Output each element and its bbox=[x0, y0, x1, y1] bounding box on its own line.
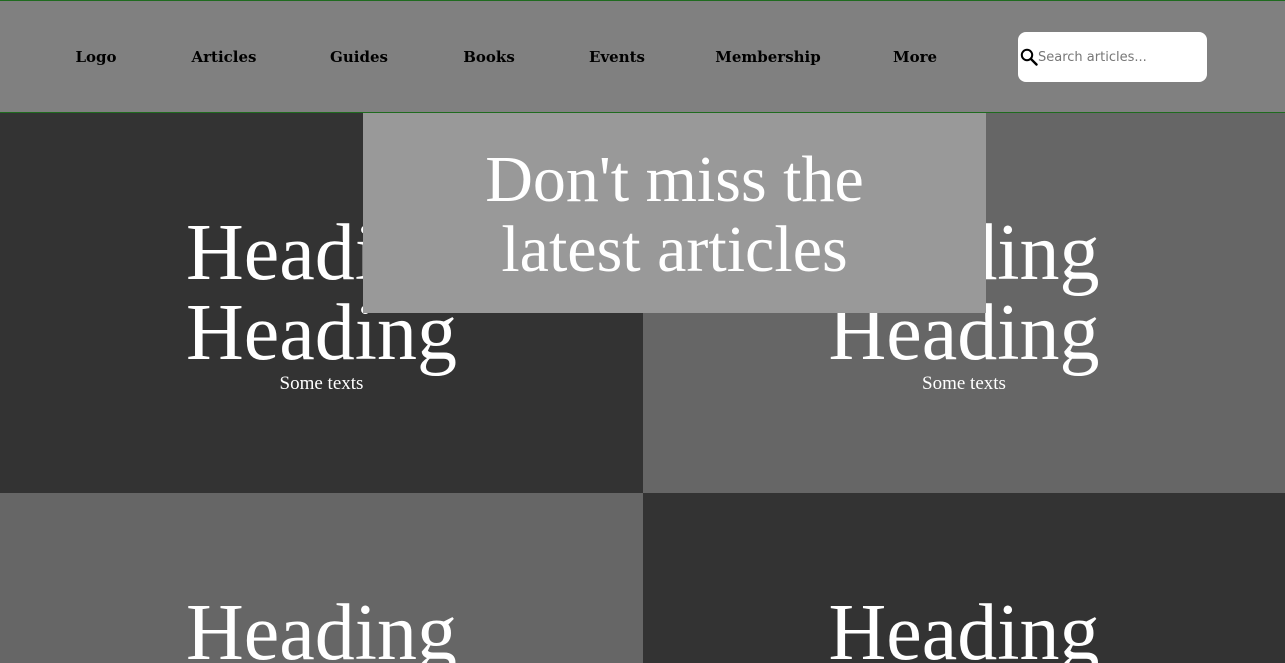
nav-logo[interactable]: Logo bbox=[75, 47, 116, 67]
tile-content: Heading bbox=[643, 593, 1285, 663]
banner-line: latest articles bbox=[501, 213, 848, 286]
tile-text: Some texts bbox=[922, 373, 1006, 394]
tile-heading: Heading bbox=[828, 589, 1100, 663]
search-box[interactable] bbox=[1018, 32, 1207, 82]
top-navbar: Logo Articles Guides Books Events Member… bbox=[0, 0, 1285, 113]
search-input[interactable] bbox=[1038, 47, 1198, 67]
nav-item-membership[interactable]: Membership bbox=[715, 47, 821, 67]
nav-item-articles[interactable]: Articles bbox=[192, 47, 257, 67]
article-tile: Heading bbox=[0, 493, 643, 663]
search-icon[interactable] bbox=[1020, 48, 1038, 66]
tile-heading: Heading bbox=[185, 589, 457, 663]
promo-banner: Don't miss the latest articles bbox=[363, 113, 986, 313]
banner-line: Don't miss the bbox=[485, 143, 864, 216]
article-tile: Heading bbox=[643, 493, 1285, 663]
nav-item-more[interactable]: More bbox=[893, 47, 937, 67]
banner-headline: Don't miss the latest articles bbox=[363, 145, 986, 285]
nav-item-books[interactable]: Books bbox=[463, 47, 515, 67]
tile-content: Heading bbox=[0, 593, 643, 663]
nav-item-guides[interactable]: Guides bbox=[330, 47, 388, 67]
nav-item-events[interactable]: Events bbox=[589, 47, 645, 67]
tile-text: Some texts bbox=[279, 373, 364, 394]
